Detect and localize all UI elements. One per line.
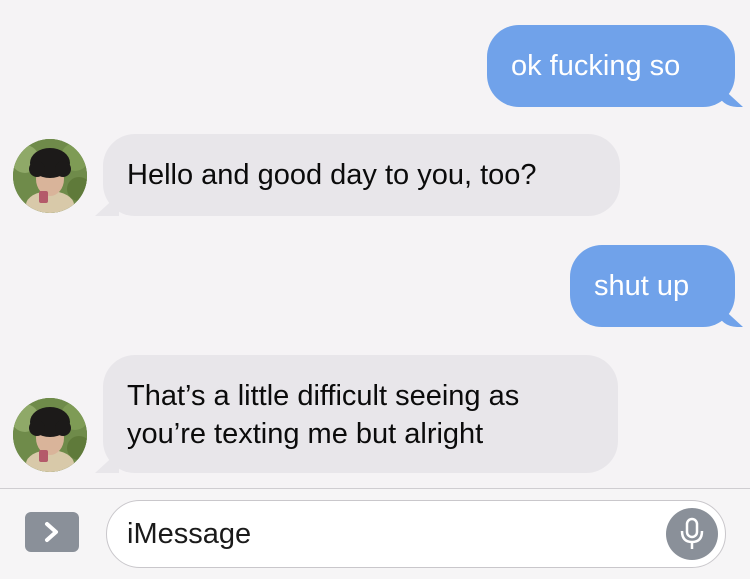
message-bubble-sent[interactable]: ok fucking so [487,25,735,107]
contact-photo-icon [13,139,87,213]
message-text: Hello and good day to you, too? [127,159,537,191]
composer-bar [0,488,750,579]
contact-avatar[interactable] [13,398,87,472]
apps-button[interactable] [25,512,79,552]
message-text: That’s a little difficult seeing as you’… [127,380,520,450]
message-text: ok fucking so [511,50,681,82]
message-bubble-received[interactable]: Hello and good day to you, too? [103,134,620,216]
chevron-right-icon [45,522,58,542]
dictation-button[interactable] [666,508,718,560]
message-bubble-sent[interactable]: shut up [570,245,735,327]
message-text: shut up [594,270,690,302]
contact-avatar[interactable] [13,139,87,213]
microphone-icon [680,517,704,549]
message-bubble-received[interactable]: That’s a little difficult seeing as you’… [103,355,618,473]
contact-photo-icon [13,398,87,472]
message-input[interactable] [127,501,647,567]
message-thread[interactable]: ok fucking so Hello and good day to you,… [0,0,750,488]
message-input-field[interactable] [106,500,726,568]
